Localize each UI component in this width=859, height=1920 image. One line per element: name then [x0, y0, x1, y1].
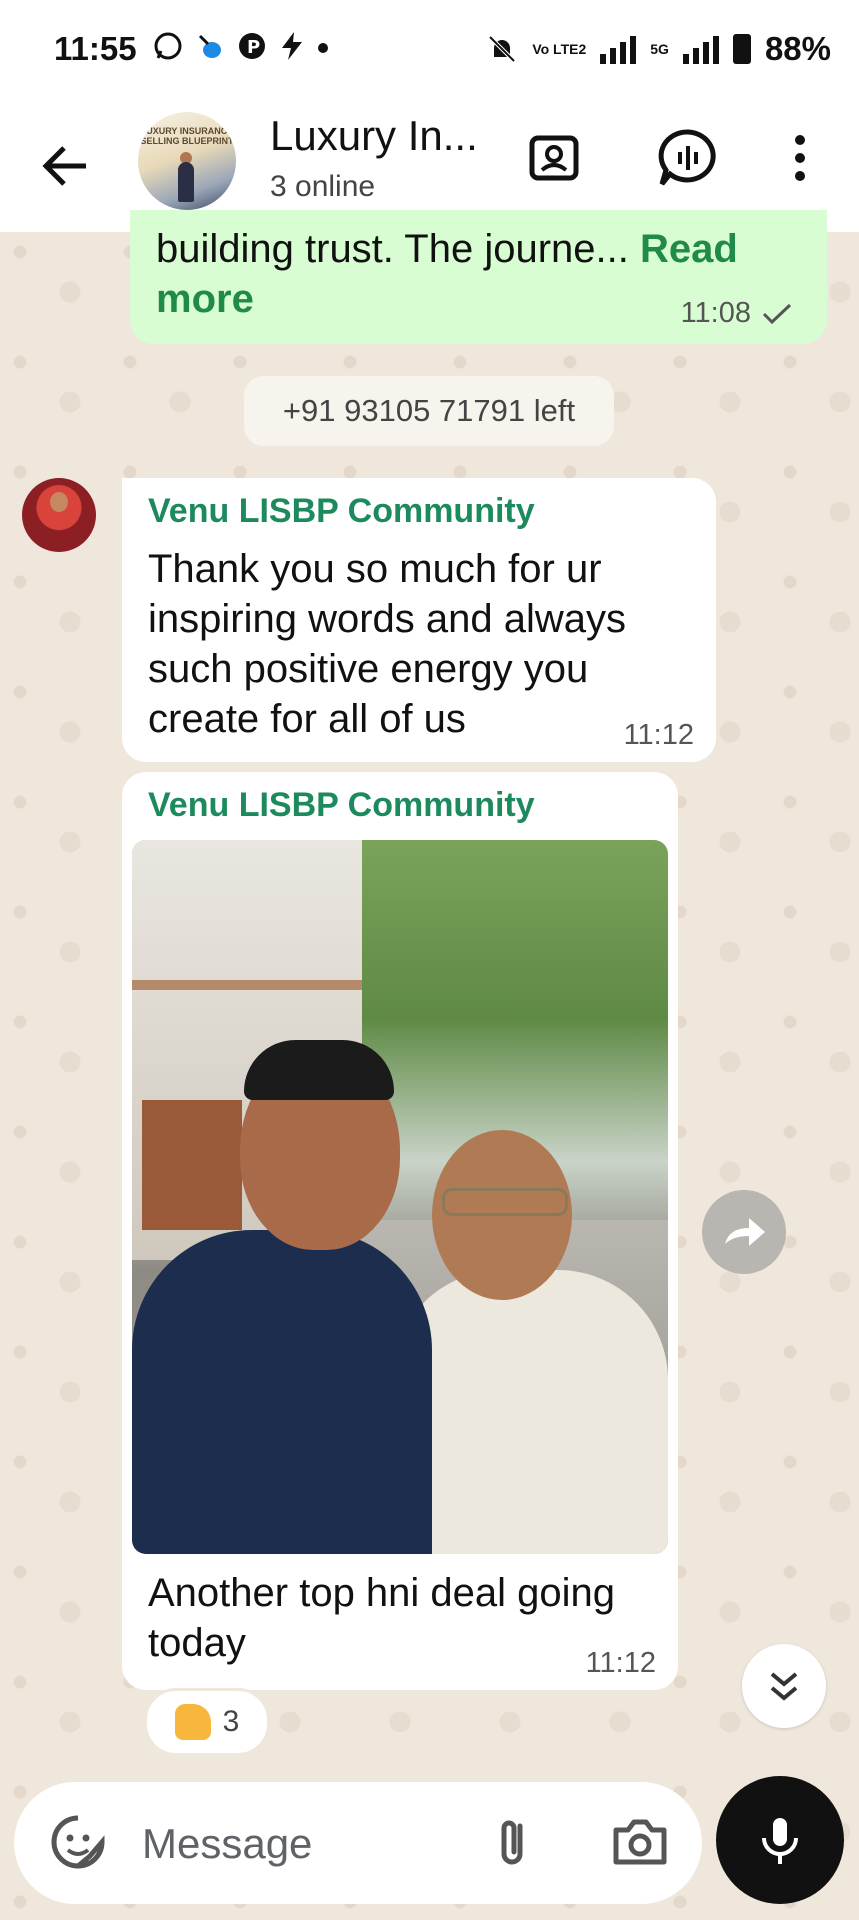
thumbs-up-icon	[174, 1704, 211, 1740]
voice-chat-icon[interactable]	[656, 126, 720, 190]
message-line: create for all of us	[148, 697, 466, 741]
photo-house-stripe	[132, 980, 362, 990]
battery-icon	[732, 34, 751, 64]
sender-name[interactable]: Venu LISBP Community	[148, 786, 535, 825]
incoming-photo-message[interactable]: Venu LISBP Community Another top hni dea…	[122, 772, 678, 1690]
network-5g: 5G	[650, 41, 669, 57]
reaction-count: 3	[222, 1705, 240, 1738]
sender-avatar-face	[50, 492, 68, 512]
double-check-icon	[762, 303, 792, 324]
camera-icon[interactable]	[608, 1812, 672, 1872]
signal-5g-icon	[682, 34, 719, 64]
mic-button[interactable]	[716, 1776, 844, 1904]
photo-person-left-body	[132, 1230, 432, 1554]
status-right: Vo LTE2 5G 88%	[486, 30, 831, 68]
outgoing-meta: 11:08	[681, 297, 793, 330]
notification-icons: P	[152, 30, 330, 62]
status-time: 11:55	[54, 30, 137, 67]
attach-icon[interactable]	[484, 1812, 544, 1872]
photo-person-right-body	[392, 1270, 668, 1554]
message-line: Thank you so much for ur	[148, 547, 602, 591]
dot-icon	[318, 43, 328, 53]
bird-icon	[198, 34, 221, 58]
message-input[interactable]	[140, 1812, 464, 1876]
photo-caption-line: Another top hni deal going	[148, 1571, 616, 1615]
outgoing-time: 11:08	[680, 297, 751, 329]
sticker-icon[interactable]	[48, 1812, 108, 1872]
message-time: 11:12	[623, 719, 694, 751]
sender-name[interactable]: Venu LISBP Community	[148, 492, 535, 531]
whatsapp-icon	[154, 32, 182, 60]
forward-button[interactable]	[702, 1190, 786, 1274]
reaction-chip[interactable]: 3	[144, 1688, 270, 1756]
message-line: inspiring words and always	[148, 597, 627, 641]
battery-percent: 88%	[764, 30, 831, 67]
photo-door	[142, 1100, 242, 1230]
avatar-person	[178, 162, 194, 202]
message-composer	[14, 1782, 702, 1904]
video-call-icon[interactable]	[524, 126, 588, 190]
sender-avatar[interactable]	[22, 478, 96, 552]
group-avatar[interactable]: LUXURY INSURANCE SELLING BLUEPRINT	[138, 112, 236, 210]
scroll-down-icon	[770, 1672, 798, 1701]
outgoing-message[interactable]: building trust. The journe... Read more …	[130, 210, 827, 344]
outgoing-text-body: building trust. The journe...	[156, 227, 629, 271]
bell-muted-icon	[488, 35, 516, 63]
more-vert-icon[interactable]	[770, 126, 830, 190]
scroll-down-button[interactable]	[742, 1644, 826, 1728]
signal-icon	[600, 34, 637, 64]
network-label: Vo LTE2	[532, 41, 587, 57]
avatar-text: LUXURY INSURANCE SELLING BLUEPRINT	[140, 126, 234, 146]
system-notice: +91 93105 71791 left	[244, 376, 614, 446]
pinterest-icon: P	[239, 33, 265, 59]
bolt-icon	[282, 32, 302, 60]
incoming-message[interactable]: Venu LISBP Community Thank you so much f…	[122, 478, 716, 762]
message-time: 11:12	[585, 1647, 656, 1679]
photo-glasses	[442, 1188, 568, 1216]
shared-photo[interactable]	[132, 840, 668, 1554]
chat-title[interactable]: Luxury In...	[270, 112, 478, 160]
mic-icon	[762, 1818, 798, 1864]
photo-person-left-hair	[244, 1040, 394, 1100]
status-bar: 11:55 P Vo LTE2 5G 88%	[0, 0, 859, 100]
photo-caption-line: today	[148, 1621, 246, 1665]
forward-icon	[725, 1218, 765, 1246]
back-arrow-icon[interactable]	[36, 136, 96, 196]
message-line: such positive energy you	[148, 647, 589, 691]
chat-subtitle: 3 online	[270, 170, 376, 203]
svg-text:P: P	[247, 37, 260, 58]
